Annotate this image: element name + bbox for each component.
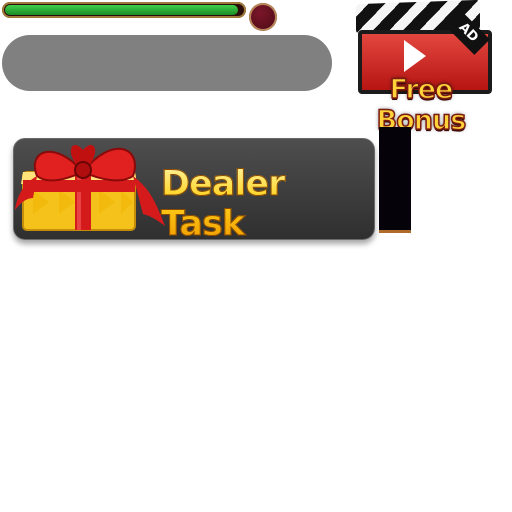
progress-bar-fill bbox=[5, 5, 238, 15]
dealer-task-label: Dealer Task bbox=[161, 164, 375, 245]
side-panel bbox=[379, 127, 411, 233]
play-icon bbox=[404, 40, 426, 72]
progress-bar bbox=[2, 2, 246, 18]
empty-panel bbox=[2, 35, 332, 91]
free-bonus-label: Free Bonus bbox=[376, 73, 467, 137]
dealer-task-button[interactable]: Dealer Task bbox=[13, 136, 375, 245]
gift-box-icon bbox=[15, 145, 165, 231]
status-dot bbox=[249, 3, 277, 31]
free-bonus-button[interactable]: AD Free Bonus bbox=[344, 0, 498, 137]
